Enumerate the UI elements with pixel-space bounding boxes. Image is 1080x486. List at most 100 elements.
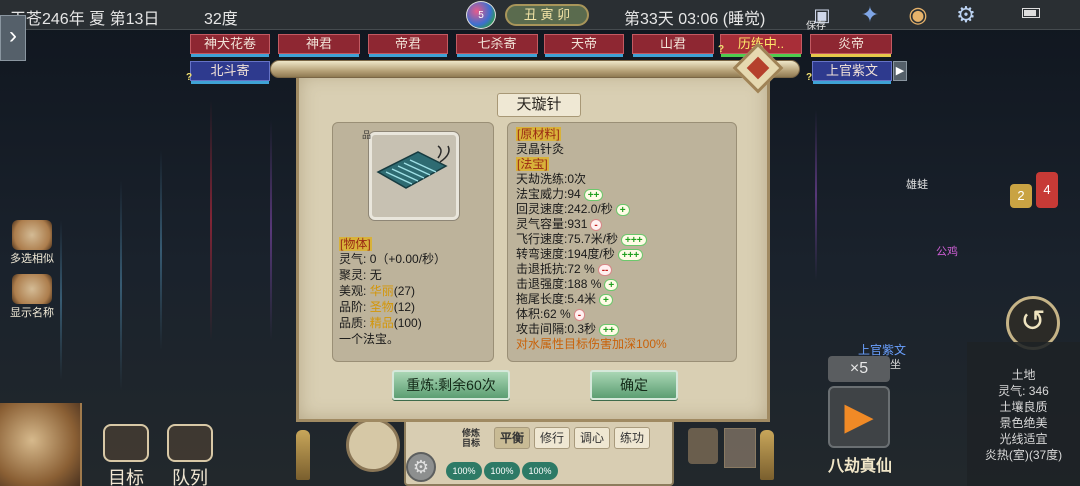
fabao-stat-value: 72 %	[567, 262, 595, 276]
stat-lingqi: 灵气: 0（+0.00/秒）	[339, 252, 447, 266]
refine-button[interactable]: 重炼:剩余60次	[392, 370, 510, 400]
mode-balance-button[interactable]: 平衡	[494, 427, 530, 449]
map-label-person-action: 坐	[890, 359, 901, 371]
collapse-arrow-icon[interactable]: ›	[0, 15, 26, 61]
bg-light-streak	[160, 150, 162, 350]
dialog-title: 天璇针	[497, 93, 581, 117]
fabao-stat-value: 5.4米	[567, 292, 597, 306]
eye-icon	[12, 274, 52, 304]
play-icon[interactable]: ▶	[828, 386, 890, 448]
fabao-stat-label: 击退强度:	[516, 277, 568, 291]
bg-light-streak	[210, 100, 212, 340]
tags-scroll-right-icon[interactable]: ▶	[893, 61, 907, 81]
fabao-stat-label: 飞行速度:	[516, 232, 568, 246]
fabao-stat-label: 拖尾长度:	[516, 292, 568, 306]
queue-button[interactable]: 队列	[164, 424, 216, 486]
percent-badge: 100%	[446, 462, 482, 480]
fabao-stat-value: 94	[567, 187, 581, 201]
game-date: 天苍246年 夏 第13日	[10, 11, 160, 28]
bell-icon	[296, 430, 310, 480]
bg-light-streak	[815, 110, 817, 280]
speed-multiplier-button[interactable]: ×5	[828, 356, 890, 382]
tag-shanjun[interactable]: 山君	[632, 34, 714, 57]
fabao-stat-label: 法宝威力:	[516, 187, 568, 201]
fabao-stat-value: 62 %	[543, 307, 571, 321]
zodiac-badge: 丑 寅 卯	[505, 4, 589, 26]
fabao-stat-label: 灵气容量:	[516, 217, 568, 231]
target-button[interactable]: 目标	[100, 424, 152, 486]
fabao-stat-value: 242.0/秒	[567, 202, 613, 216]
tag-yandi[interactable]: 炎帝	[810, 34, 892, 57]
artifact-icon[interactable]: ✦	[856, 2, 884, 28]
queue-icon	[167, 424, 213, 462]
fabao-stat-value: 194度/秒	[567, 247, 615, 261]
question-icon: ?	[718, 44, 725, 55]
question-icon: ?	[186, 72, 193, 83]
top-status-bar: 天苍246年 夏 第13日 32度 5 丑 寅 卯 第33天 03:06 (睡觉…	[0, 0, 1080, 32]
show-names-button[interactable]: 显示名称	[8, 274, 56, 320]
multi-select-button[interactable]: 多选相似	[8, 220, 56, 266]
disabled-slot-icon[interactable]	[724, 428, 756, 468]
tag-shangguan[interactable]: 上官紫文	[812, 61, 892, 84]
tag-beidou[interactable]: 北斗寄	[190, 61, 270, 84]
temperature: 32度	[204, 11, 238, 28]
tag-tiandi[interactable]: 天帝	[544, 34, 624, 57]
settings-gear-icon[interactable]: ⚙	[406, 452, 436, 482]
fabao-stat-value: 188 %	[567, 277, 602, 291]
fabao-stat-modifier: +++	[617, 248, 644, 261]
question-icon: ?	[806, 72, 813, 83]
meditate-icon[interactable]	[346, 418, 400, 472]
special-effect: 对水属性目标伤害加深100%	[516, 337, 667, 351]
percent-badge: 100%	[484, 462, 520, 480]
target-icon	[103, 424, 149, 462]
toolbar-title: 修炼目标	[462, 428, 481, 448]
tag-shenjun[interactable]: 神君	[278, 34, 360, 57]
fabao-stat-label: 攻击间隔:	[516, 322, 568, 336]
bg-light-streak	[60, 220, 62, 380]
save-label[interactable]: 保存	[806, 17, 826, 32]
percent-badge: 100%	[522, 462, 558, 480]
queue-label: 队列	[172, 468, 208, 486]
tag-dijun[interactable]: 帝君	[368, 34, 448, 57]
fabao-stat-value: 0.3秒	[567, 322, 597, 336]
realm-label: 八劫真仙	[828, 458, 893, 475]
tag-shenquan[interactable]: 神犬花卷	[190, 34, 270, 57]
show-names-label: 显示名称	[10, 307, 54, 319]
palette-icon[interactable]: ◉	[904, 2, 932, 28]
mode-mind-button[interactable]: 调心	[574, 427, 610, 449]
tile-info-panel: 土地 灵气: 346 土壤良质 景色绝美 光线适宜 炎热(室)(37度)	[967, 342, 1080, 486]
multi-select-icon	[12, 220, 52, 250]
fabao-stat-label: 回灵速度:	[516, 202, 568, 216]
yinyang-icon[interactable]: 5	[466, 1, 496, 29]
tile-lingqi: 灵气: 346	[998, 384, 1049, 398]
count-chip-yellow[interactable]: 2	[1010, 184, 1032, 208]
needle-artifact-icon	[376, 145, 450, 189]
character-icon[interactable]	[688, 428, 718, 464]
stat-beauty: 美观: 华丽(27)	[339, 284, 416, 298]
fabao-stat-modifier: +	[599, 293, 613, 306]
gourd-icon[interactable]	[0, 403, 82, 486]
tile-type: 土地	[1011, 368, 1036, 382]
count-chip-red[interactable]: 4	[1036, 172, 1058, 208]
bell-icon	[760, 430, 774, 480]
bg-light-streak	[270, 120, 272, 340]
battery-icon	[1022, 8, 1040, 18]
fabao-stat-value: 0次	[567, 172, 587, 186]
mode-practice-button[interactable]: 修行	[534, 427, 570, 449]
tile-scenery: 景色绝美	[999, 416, 1048, 430]
fabao-stat-value: 75.7米/秒	[567, 232, 619, 246]
tile-light: 光线适宜	[999, 432, 1048, 446]
fabao-stat-label: 体积:	[516, 307, 544, 321]
scroll-rod	[270, 60, 800, 78]
tag-qisha[interactable]: 七杀寄	[456, 34, 538, 57]
mode-skill-button[interactable]: 练功	[614, 427, 650, 449]
gear-icon[interactable]: ⚙	[952, 2, 980, 28]
multi-select-label: 多选相似	[10, 253, 54, 265]
fabao-stat-label: 击退抵抗:	[516, 262, 568, 276]
fabao-stat-value: 931	[567, 217, 588, 231]
stat-juling: 聚灵: 无	[339, 268, 382, 282]
confirm-button[interactable]: 确定	[590, 370, 678, 400]
stat-rank: 品阶: 圣物(12)	[339, 300, 416, 314]
bg-light-streak	[120, 180, 122, 390]
fabao-stat-label: 天劫洗练:	[516, 172, 568, 186]
